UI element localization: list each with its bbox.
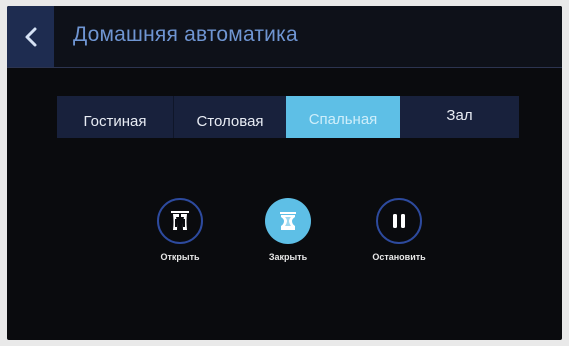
tab-living-room[interactable]: Гостиная bbox=[57, 96, 173, 138]
tab-bedroom[interactable]: Спальная bbox=[286, 96, 400, 138]
header-bar: Домашняя автоматика bbox=[7, 6, 562, 68]
stop-curtain-control[interactable]: Остановить bbox=[364, 198, 434, 262]
stop-curtain-label: Остановить bbox=[372, 252, 426, 262]
room-tabs: Гостиная Столовая Спальная Зал bbox=[57, 96, 519, 138]
tab-dining-room[interactable]: Столовая bbox=[173, 96, 286, 138]
pause-icon bbox=[393, 214, 405, 228]
tab-hall[interactable]: Зал bbox=[400, 96, 519, 138]
open-curtain-label: Открыть bbox=[160, 252, 200, 262]
back-button[interactable] bbox=[7, 6, 54, 67]
open-curtain-control[interactable]: Открыть bbox=[145, 198, 215, 262]
curtain-open-icon bbox=[171, 211, 189, 230]
close-curtain-label: Закрыть bbox=[268, 252, 308, 262]
chevron-left-icon bbox=[25, 27, 36, 46]
close-curtain-button[interactable] bbox=[265, 198, 311, 244]
close-curtain-control[interactable]: Закрыть bbox=[253, 198, 323, 262]
stop-curtain-button[interactable] bbox=[376, 198, 422, 244]
device-screen: Домашняя автоматика Гостиная Столовая Сп… bbox=[7, 6, 562, 340]
curtain-closed-icon bbox=[280, 212, 296, 230]
page-title: Домашняя автоматика bbox=[73, 23, 298, 46]
open-curtain-button[interactable] bbox=[157, 198, 203, 244]
